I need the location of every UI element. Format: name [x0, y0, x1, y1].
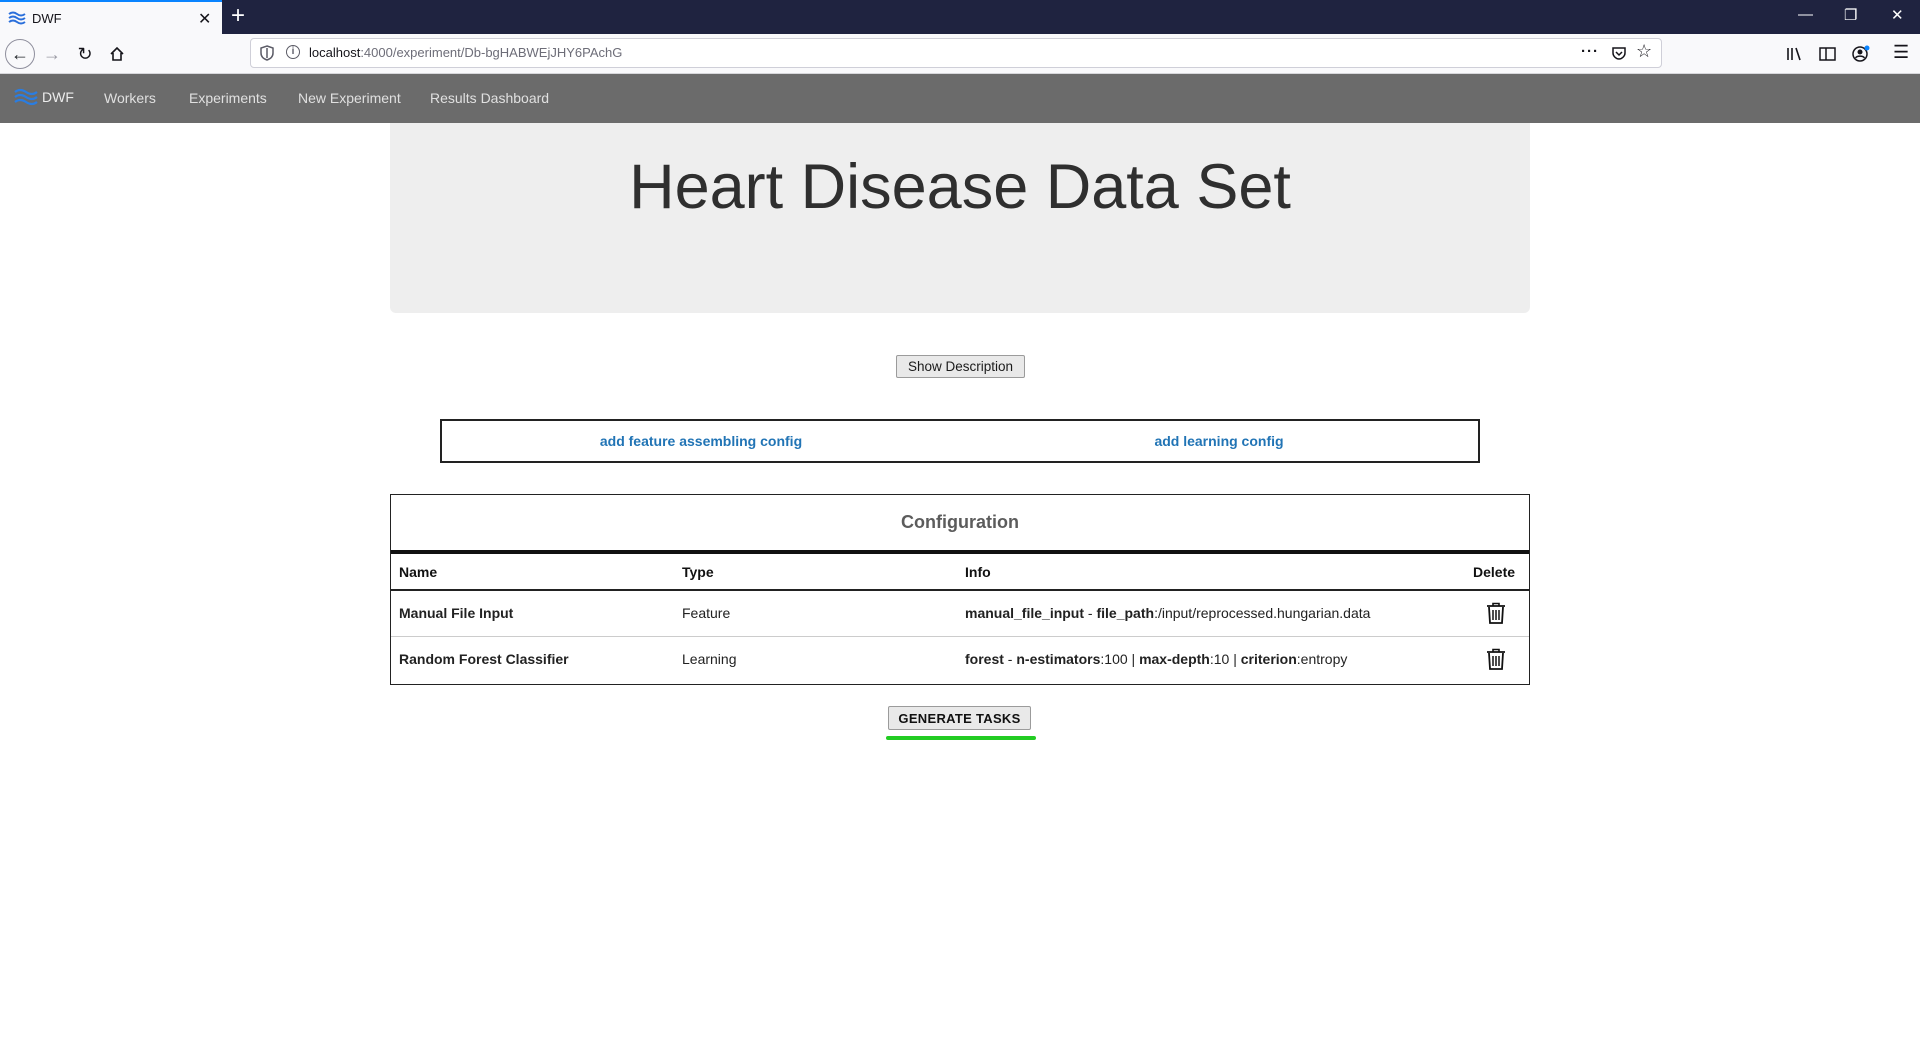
- bookmark-star-icon[interactable]: ☆: [1636, 41, 1652, 62]
- url-bar[interactable]: i localhost:4000/experiment/Db-bgHABWEjJ…: [250, 38, 1662, 68]
- reload-icon[interactable]: ↻: [73, 42, 97, 66]
- browser-toolbar: ← → ↻ i localhost:4000/experiment/Db-bgH…: [0, 34, 1920, 74]
- url-text[interactable]: localhost:4000/experiment/Db-bgHABWEjJHY…: [309, 45, 622, 60]
- config-type: Feature: [674, 590, 957, 637]
- brand-link[interactable]: DWF: [14, 88, 74, 106]
- column-header-info: Info: [957, 554, 1465, 591]
- config-name: Manual File Input: [391, 590, 674, 637]
- info-value: :10 |: [1209, 651, 1241, 668]
- configuration-panel: Configuration Name Type Info Delete Manu…: [390, 494, 1530, 685]
- account-icon[interactable]: [1851, 45, 1871, 63]
- column-header-type: Type: [674, 554, 957, 591]
- dwf-waves-icon: [14, 88, 38, 106]
- configuration-title: Configuration: [391, 495, 1529, 554]
- config-info: forest - n-estimators:100 | max-depth:10…: [957, 636, 1465, 682]
- close-tab-icon[interactable]: ✕: [198, 9, 211, 29]
- info-key: manual_file_input: [965, 605, 1085, 622]
- config-name: Random Forest Classifier: [399, 651, 569, 668]
- info-value: -: [1084, 605, 1097, 622]
- table-row: Manual File Input Feature manual_file_in…: [391, 590, 1529, 637]
- config-info: manual_file_input - file_path:/input/rep…: [957, 590, 1465, 637]
- delete-cell: [1465, 590, 1529, 637]
- column-header-delete: Delete: [1465, 554, 1529, 591]
- info-value: :100 |: [1100, 651, 1140, 668]
- app-navbar: DWF Workers Experiments New Experiment R…: [0, 74, 1920, 123]
- generate-tasks-button[interactable]: GENERATE TASKS: [888, 706, 1031, 730]
- configuration-table: Name Type Info Delete Manual File Input …: [391, 554, 1529, 682]
- add-learning-config-link[interactable]: add learning config: [960, 421, 1478, 461]
- pocket-icon[interactable]: [1611, 45, 1627, 61]
- nav-results-dashboard[interactable]: Results Dashboard: [430, 90, 549, 106]
- info-key: criterion: [1240, 651, 1297, 668]
- new-tab-icon[interactable]: +: [231, 2, 245, 30]
- menu-icon[interactable]: ☰: [1893, 42, 1909, 63]
- add-config-box: add feature assembling config add learni…: [440, 419, 1480, 463]
- trash-icon[interactable]: [1485, 647, 1507, 671]
- dwf-waves-icon: [8, 11, 26, 25]
- browser-tab[interactable]: DWF ✕: [0, 0, 222, 34]
- site-info-icon[interactable]: i: [286, 45, 300, 59]
- window-close-icon[interactable]: ✕: [1891, 6, 1904, 24]
- trash-icon[interactable]: [1485, 601, 1507, 625]
- nav-workers[interactable]: Workers: [104, 90, 156, 106]
- home-icon[interactable]: [105, 42, 129, 66]
- info-key: file_path: [1096, 605, 1155, 622]
- generate-tasks-underline: [886, 736, 1036, 740]
- table-header-row: Name Type Info Delete: [391, 554, 1529, 591]
- delete-cell: [1465, 636, 1529, 682]
- info-key: max-depth: [1139, 651, 1210, 668]
- sidebar-icon[interactable]: [1819, 46, 1837, 62]
- forward-icon[interactable]: →: [40, 42, 64, 66]
- restore-icon[interactable]: ❐: [1844, 6, 1857, 24]
- url-path: :4000/experiment/Db-bgHABWEjJHY6PAchG: [360, 45, 623, 60]
- experiment-header: Heart Disease Data Set: [390, 123, 1530, 313]
- info-value: -: [1003, 651, 1017, 668]
- url-host: localhost: [309, 45, 361, 60]
- browser-tabbar: DWF ✕ + — ❐ ✕: [0, 0, 1920, 34]
- table-row: Random Forest Classifier Learning forest…: [391, 636, 1529, 682]
- column-header-name: Name: [391, 554, 674, 591]
- minimize-icon[interactable]: —: [1798, 6, 1813, 23]
- config-type: Learning: [682, 651, 737, 668]
- tracking-shield-icon[interactable]: [260, 45, 274, 61]
- info-key: n-estimators: [1016, 651, 1101, 668]
- info-value: :entropy: [1296, 651, 1348, 668]
- page-actions-icon[interactable]: ···: [1581, 43, 1599, 60]
- add-feature-config-link[interactable]: add feature assembling config: [442, 421, 960, 461]
- library-icon[interactable]: [1786, 46, 1804, 62]
- nav-experiments[interactable]: Experiments: [189, 90, 267, 106]
- nav-new-experiment[interactable]: New Experiment: [298, 90, 401, 106]
- info-key: forest: [965, 651, 1004, 668]
- show-description-button[interactable]: Show Description: [896, 355, 1025, 378]
- back-icon[interactable]: ←: [5, 39, 35, 69]
- brand-text: DWF: [42, 89, 74, 105]
- page-title: Heart Disease Data Set: [629, 152, 1291, 222]
- tab-title: DWF: [32, 11, 62, 26]
- info-value: :/input/reprocessed.hungarian.data: [1154, 605, 1371, 622]
